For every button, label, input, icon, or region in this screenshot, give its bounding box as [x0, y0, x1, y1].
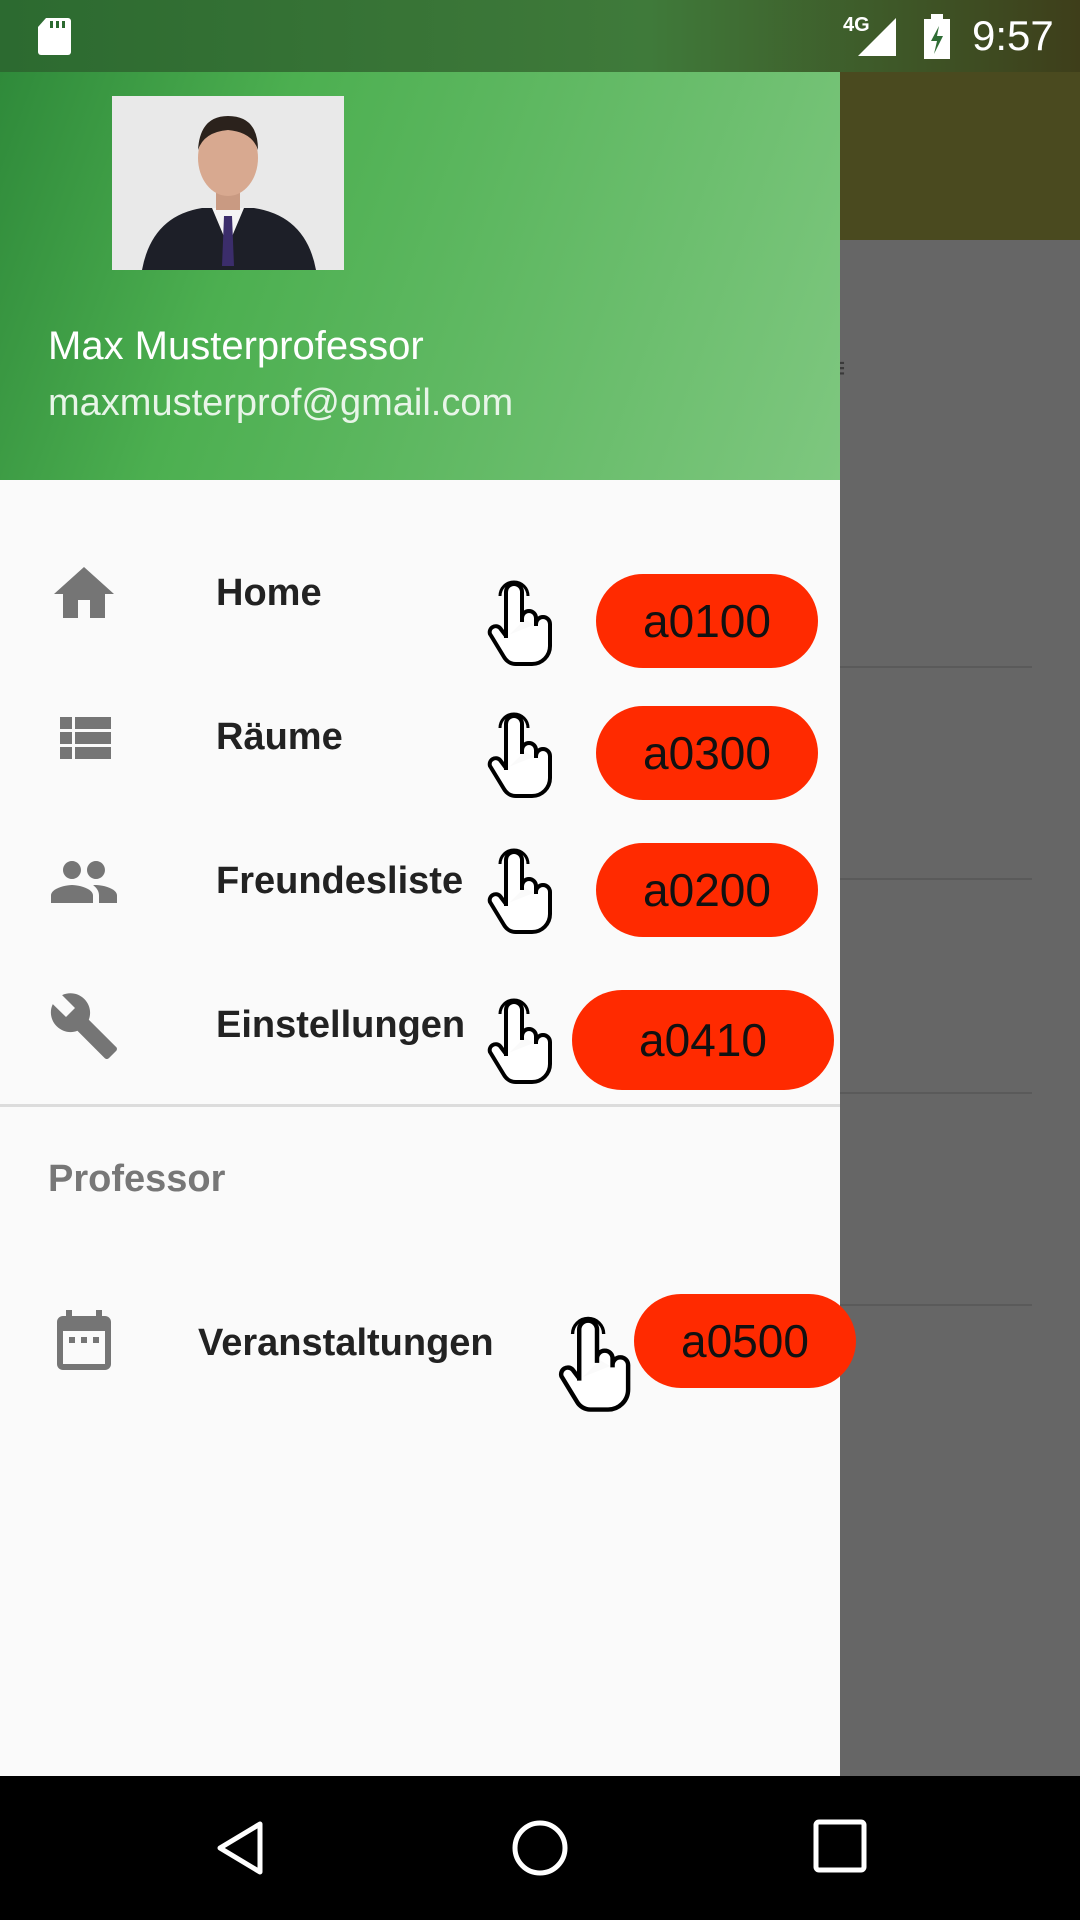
- home-button-icon[interactable]: [510, 1818, 570, 1878]
- sd-card-icon: [38, 18, 71, 55]
- tap-hand-icon: [487, 848, 552, 934]
- tap-hand-icon: [487, 712, 552, 798]
- clock: 9:57: [972, 12, 1054, 59]
- section-header-professor: Professor: [48, 1158, 226, 1200]
- drawer-header: Max Musterprofessor maxmusterprof@gmail.…: [0, 72, 840, 480]
- tap-hand-icon: [487, 998, 552, 1084]
- avatar-photo: [112, 96, 344, 270]
- background-divider: [840, 1304, 1032, 1306]
- avatar[interactable]: [112, 96, 344, 270]
- annotation-badge: a0500: [634, 1294, 856, 1388]
- status-bar: 4G 9:57: [0, 0, 1080, 72]
- annotation-badge: a0200: [596, 843, 818, 937]
- drawer-item-label: Home: [216, 572, 322, 614]
- annotation-badge: a0410: [572, 990, 834, 1090]
- drawer-item-label: Veranstaltungen: [198, 1322, 494, 1364]
- system-navigation-bar: [0, 1776, 1080, 1920]
- wrench-icon: [50, 993, 117, 1059]
- background-divider: [840, 878, 1032, 880]
- recent-apps-icon[interactable]: [812, 1818, 868, 1874]
- calendar-icon: [57, 1310, 111, 1370]
- drawer-item-label: Freundesliste: [216, 860, 464, 902]
- tap-hand-icon: [487, 580, 552, 666]
- annotation-badge: a0100: [596, 574, 818, 668]
- back-icon[interactable]: [210, 1818, 270, 1878]
- tap-hand-icon: [558, 1316, 631, 1412]
- battery-charging-icon: [924, 14, 950, 59]
- background-divider: [840, 666, 1032, 668]
- people-icon: [51, 861, 117, 903]
- profile-name: Max Musterprofessor: [48, 324, 424, 368]
- background-divider: [840, 1092, 1032, 1094]
- profile-email: maxmusterprof@gmail.com: [48, 382, 514, 424]
- list-icon: [60, 717, 111, 759]
- drawer-item-label: Räume: [216, 716, 343, 758]
- drawer-item-label: Einstellungen: [216, 1004, 466, 1046]
- signal-icon: [858, 18, 896, 56]
- home-icon: [54, 567, 114, 618]
- drawer-divider: [0, 1104, 840, 1107]
- annotation-badge: a0300: [596, 706, 818, 800]
